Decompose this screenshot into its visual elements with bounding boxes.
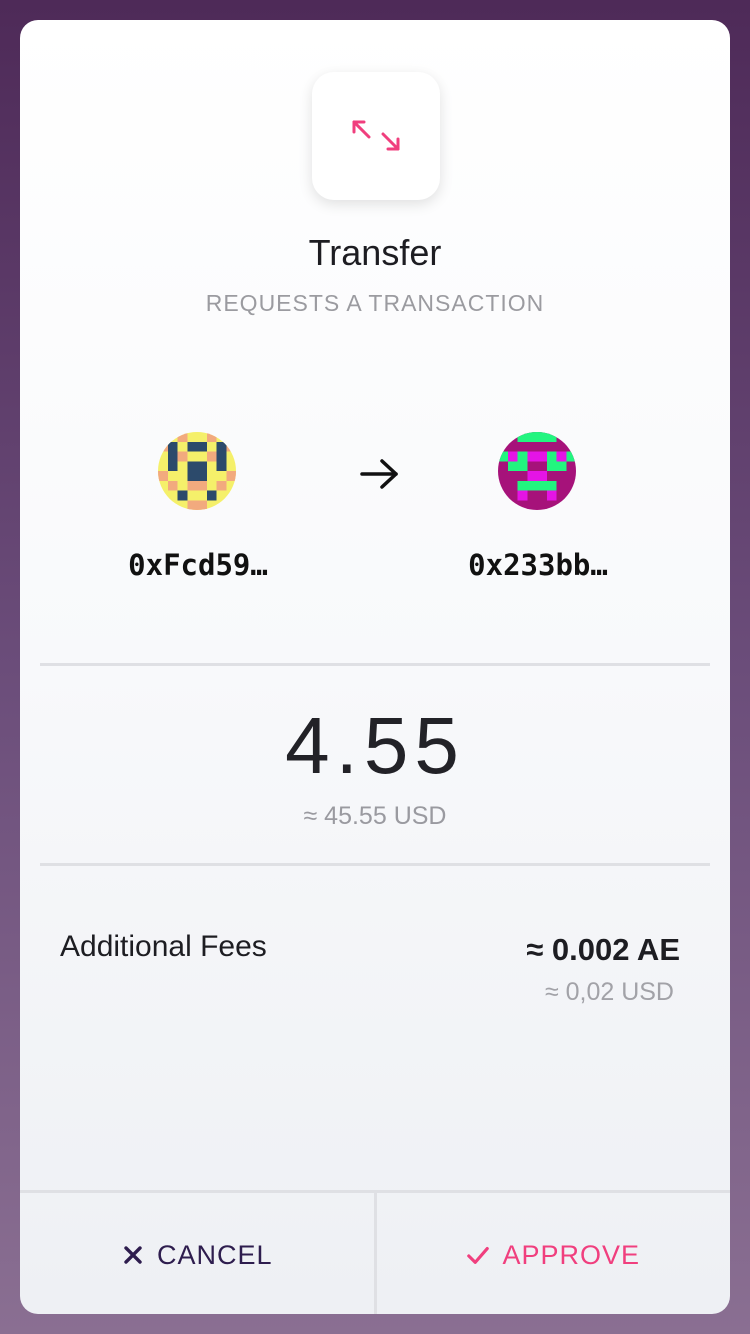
from-address: 0xFcd59… (128, 548, 268, 582)
approve-button[interactable]: APPROVE (377, 1193, 731, 1314)
to-address: 0x233bb… (468, 548, 608, 582)
amount-usd: ≈ 45.55 USD (303, 802, 447, 830)
confirmation-card: Transfer REQUESTS A TRANSACTION 0xFcd59…… (20, 20, 730, 1314)
transaction-icon-box (312, 72, 440, 200)
cancel-button[interactable]: CANCEL (20, 1193, 377, 1314)
fees-usd: ≈ 0,02 USD (544, 978, 674, 1006)
action-bar: CANCEL APPROVE (20, 1190, 730, 1314)
fees-value: ≈ 0.002 AE (526, 932, 680, 967)
divider (40, 663, 710, 666)
cancel-label: CANCEL (156, 1239, 273, 1270)
from-avatar (158, 432, 236, 510)
approve-label: APPROVE (502, 1239, 641, 1270)
divider (40, 863, 710, 866)
amount-value: 4.55 (285, 701, 465, 790)
arrow-right-icon (360, 459, 398, 489)
request-subtitle: REQUESTS A TRANSACTION (205, 290, 545, 316)
checkmark-icon (466, 1243, 490, 1267)
request-title: Transfer (308, 232, 442, 273)
transfer-arrows-icon (352, 120, 400, 151)
fees-label: Additional Fees (60, 930, 267, 963)
close-icon (121, 1243, 145, 1267)
to-avatar (498, 432, 576, 510)
